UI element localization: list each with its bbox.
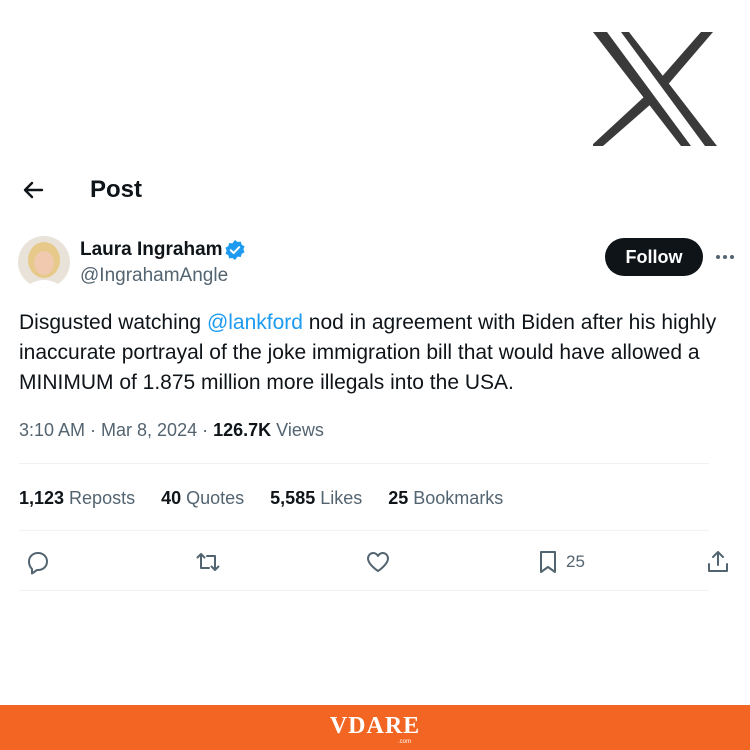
reposts-label: Reposts xyxy=(64,488,136,508)
bookmarks-count: 25 xyxy=(388,488,409,508)
action-bar: 25 xyxy=(0,545,750,579)
quotes-label: Quotes xyxy=(181,488,245,508)
divider xyxy=(19,463,709,464)
page-title: Post xyxy=(90,176,143,203)
views-label: Views xyxy=(271,420,324,440)
verified-badge-icon xyxy=(225,240,245,260)
share-icon[interactable] xyxy=(704,548,732,576)
divider xyxy=(19,530,709,531)
reply-icon[interactable] xyxy=(24,548,52,576)
likes-label: Likes xyxy=(315,488,363,508)
post-header: Post xyxy=(0,170,750,210)
repost-icon[interactable] xyxy=(194,548,222,576)
views-count: 126.7K xyxy=(213,420,272,440)
author-row: Laura Ingraham @IngrahamAngle Follow xyxy=(18,236,738,292)
tweet-meta: 3:10 AM · Mar 8, 2024 · 126.7K Views xyxy=(19,418,324,442)
likes-count: 5,585 xyxy=(270,488,316,508)
avatar[interactable] xyxy=(18,236,70,288)
likes-stat[interactable]: 5,585 Likes xyxy=(270,485,362,511)
brand-logo: VDARE xyxy=(329,713,421,739)
author-handle[interactable]: @IngrahamAngle xyxy=(80,264,228,288)
arrow-left-icon[interactable] xyxy=(18,175,48,205)
engagement-stats: 1,123 Reposts 40 Quotes 5,585 Likes 25 B… xyxy=(19,485,529,511)
bookmark-count: 25 xyxy=(566,552,585,571)
more-horizontal-icon[interactable] xyxy=(714,246,736,268)
reposts-count: 1,123 xyxy=(19,488,65,508)
author-name[interactable]: Laura Ingraham xyxy=(80,238,223,262)
x-logo-icon xyxy=(593,32,717,146)
tweet-text-before: Disgusted watching xyxy=(19,311,207,334)
follow-button[interactable]: Follow xyxy=(605,238,703,276)
tweet-text: Disgusted watching @lankford nod in agre… xyxy=(19,308,731,398)
quotes-stat[interactable]: 40 Quotes xyxy=(161,485,244,511)
reposts-stat[interactable]: 1,123 Reposts xyxy=(19,485,135,511)
footer-banner: VDARE .com xyxy=(0,705,750,750)
bookmarks-stat[interactable]: 25 Bookmarks xyxy=(388,485,503,511)
mention-link[interactable]: @lankford xyxy=(207,311,303,334)
brand-sub: .com xyxy=(398,739,412,745)
heart-icon[interactable] xyxy=(364,548,392,576)
bookmarks-label: Bookmarks xyxy=(408,488,504,508)
divider xyxy=(19,590,709,591)
timestamp[interactable]: 3:10 AM · Mar 8, 2024 · xyxy=(19,420,213,440)
bookmark-icon[interactable] xyxy=(534,548,562,576)
quotes-count: 40 xyxy=(161,488,182,508)
